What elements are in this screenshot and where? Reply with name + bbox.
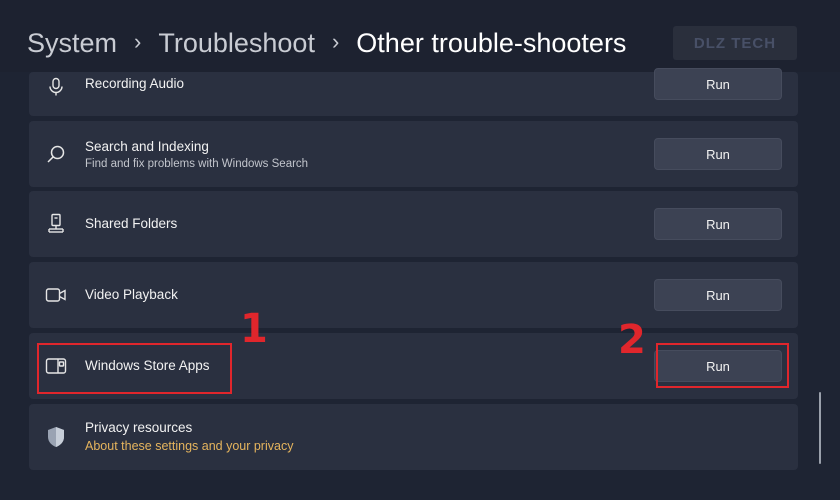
privacy-resources-row: Privacy resources About these settings a… [29,404,798,470]
troubleshooter-row-recording-audio: Recording Audio Run [29,68,798,116]
privacy-settings-link[interactable]: About these settings and your privacy [85,437,293,455]
breadcrumb: System › Troubleshoot › Other trouble-sh… [27,26,626,60]
run-button-video-playback[interactable]: Run [654,279,782,311]
search-icon [45,143,67,165]
shared-folder-icon [45,213,67,235]
row-title: Search and Indexing [85,139,209,154]
troubleshooter-row-search-indexing: Search and Indexing Find and fix problem… [29,121,798,187]
row-title: Recording Audio [85,76,185,91]
run-button-shared-folders[interactable]: Run [654,208,782,240]
troubleshooter-row-video-playback: Video Playback Run [29,262,798,328]
run-button-search-indexing[interactable]: Run [654,138,782,170]
header-bar: System › Troubleshoot › Other trouble-sh… [0,0,840,72]
microphone-icon [45,76,67,98]
scrollbar-thumb[interactable] [819,392,821,464]
breadcrumb-troubleshoot[interactable]: Troubleshoot [158,26,315,60]
shield-icon [45,426,67,448]
breadcrumb-chevron-icon: › [134,29,142,54]
watermark-logo: DLZ TECH [673,26,797,60]
row-title: Shared Folders [85,216,178,231]
row-title: Privacy resources [85,420,193,435]
annotation-marker-1: 1 [240,306,268,352]
troubleshooter-row-shared-folders: Shared Folders Run [29,191,798,257]
highlight-box-run-button [656,343,789,388]
breadcrumb-chevron-icon: › [331,29,340,54]
breadcrumb-system[interactable]: System [27,26,117,60]
row-title: Video Playback [85,287,178,302]
row-description: Find and fix problems with Windows Searc… [85,158,309,170]
watermark-text: DLZ TECH [693,34,777,52]
highlight-box-windows-store-apps [37,343,232,394]
video-camera-icon [45,284,67,306]
run-button-recording-audio[interactable]: Run [654,68,782,100]
page-title: Other trouble-shooters [356,28,627,58]
annotation-marker-2: 2 [618,317,646,363]
